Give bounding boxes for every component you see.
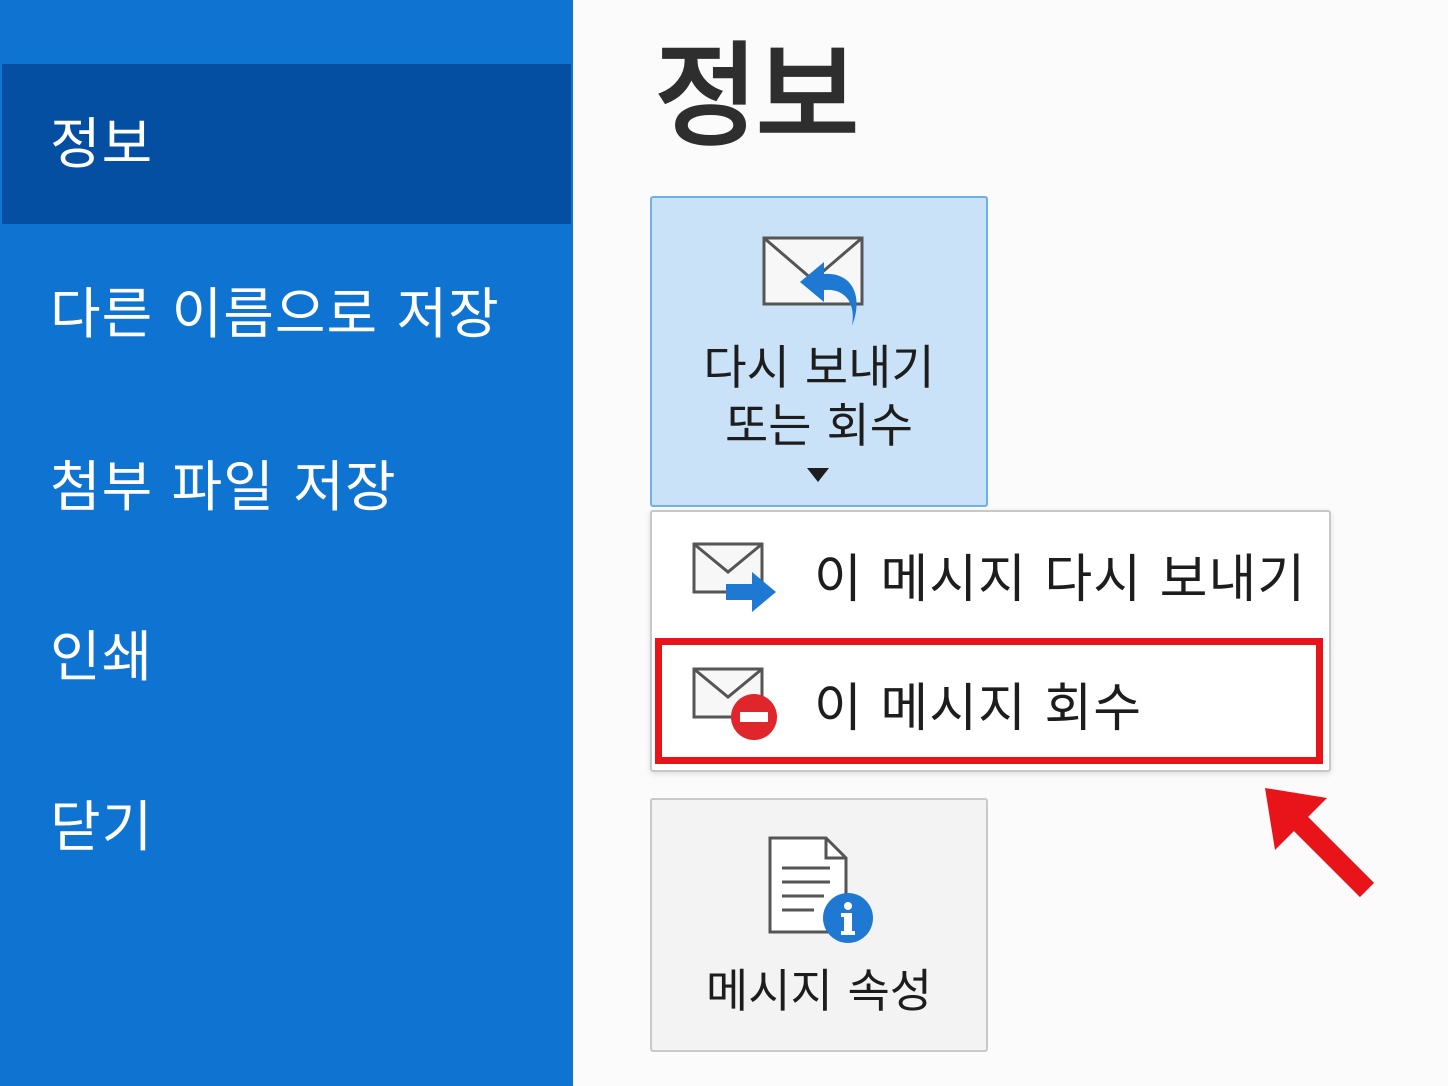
message-properties-label: 메시지 속성	[705, 964, 933, 1018]
sidebar-item-close[interactable]: 닫기	[0, 800, 573, 855]
sidebar-item-label: 닫기	[50, 795, 154, 859]
resend-or-recall-label: 다시 보내기 또는 회수	[703, 341, 935, 454]
message-properties-button[interactable]: 메시지 속성	[650, 798, 988, 1052]
envelope-block-icon	[692, 665, 782, 747]
sidebar: 정보 다른 이름으로 저장 첨부 파일 저장 인쇄 닫기	[0, 0, 573, 1086]
menu-item-label: 이 메시지 회수	[814, 679, 1143, 739]
menu-item-label: 이 메시지 다시 보내기	[814, 550, 1307, 610]
chevron-down-icon	[807, 468, 829, 482]
document-info-icon	[764, 836, 874, 952]
sidebar-item-save-as[interactable]: 다른 이름으로 저장	[0, 287, 573, 342]
main-panel: 정보 다시 보내기 또는 회수 이 메시지 다시 보내기 이 메시지 회수 메시…	[573, 0, 1448, 1086]
sidebar-item-label: 인쇄	[50, 625, 154, 689]
menu-item-resend-message[interactable]: 이 메시지 다시 보내기	[652, 512, 1329, 636]
sidebar-item-save-attachments[interactable]: 첨부 파일 저장	[0, 460, 573, 515]
sidebar-item-label: 첨부 파일 저장	[50, 455, 397, 519]
sidebar-item-info[interactable]: 정보	[2, 64, 571, 224]
sidebar-item-label: 정보	[50, 111, 154, 176]
red-arrow-indicator-icon	[1255, 778, 1385, 912]
menu-item-recall-message[interactable]: 이 메시지 회수	[655, 638, 1323, 764]
resend-recall-menu: 이 메시지 다시 보내기 이 메시지 회수	[650, 510, 1331, 772]
sidebar-item-label: 다른 이름으로 저장	[50, 282, 500, 346]
resend-or-recall-button[interactable]: 다시 보내기 또는 회수	[650, 196, 988, 507]
envelope-forward-icon	[692, 542, 782, 618]
envelope-reply-icon	[760, 232, 880, 336]
sidebar-item-print[interactable]: 인쇄	[0, 630, 573, 685]
page-title: 정보	[655, 32, 859, 162]
